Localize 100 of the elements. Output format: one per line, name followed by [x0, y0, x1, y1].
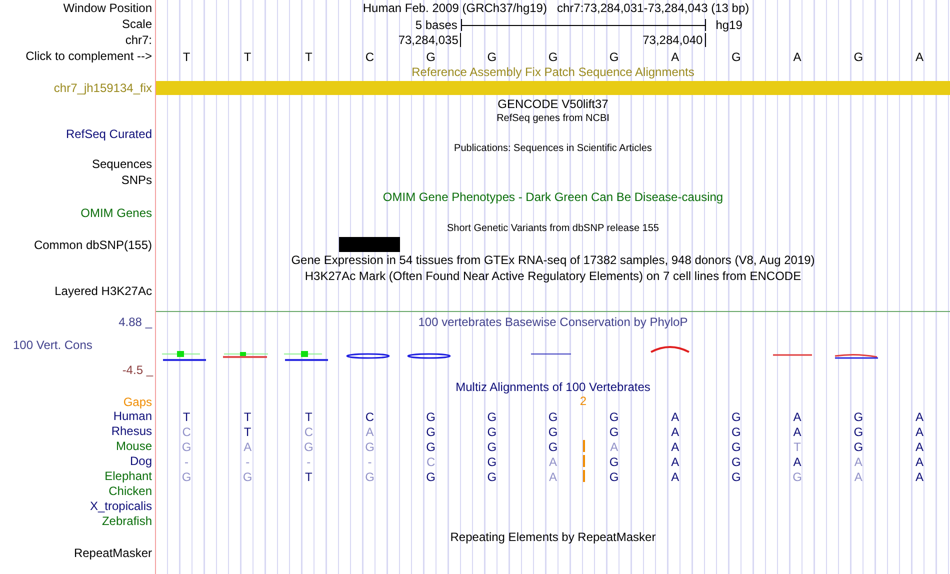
aligned-base: C: [426, 454, 436, 471]
position-range: chr7:73,284,031-73,284,043 (13 bp): [556, 0, 750, 17]
aligned-base: G: [548, 424, 558, 441]
aligned-base: T: [244, 409, 252, 426]
aligned-base: G: [609, 469, 619, 486]
aligned-base: A: [548, 454, 557, 471]
aligned-base: A: [854, 469, 862, 486]
aligned-base: A: [671, 439, 680, 456]
aligned-base: A: [671, 409, 680, 426]
aligned-base: G: [548, 409, 558, 426]
aligned-base: A: [793, 409, 802, 426]
aligned-base: G: [854, 409, 864, 426]
track-label[interactable]: Window Position: [63, 1, 152, 15]
aligned-base: -: [184, 454, 189, 471]
aligned-base: A: [671, 424, 680, 441]
track-title: Short Genetic Variants from dbSNP release 155: [447, 222, 659, 236]
track-title: RefSeq genes from NCBI: [496, 112, 610, 126]
axis-min-label: -4.5 _: [122, 363, 153, 377]
base-letter[interactable]: G: [426, 48, 436, 66]
species-label[interactable]: Dog: [130, 454, 152, 468]
base-letter[interactable]: A: [793, 48, 802, 66]
track-label[interactable]: RefSeq Curated: [66, 127, 152, 141]
species-label[interactable]: Zebrafish: [102, 514, 152, 528]
aligned-base: G: [487, 424, 497, 441]
aligned-base: G: [487, 409, 497, 426]
aligned-base: G: [182, 439, 192, 456]
base-letter[interactable]: T: [244, 48, 252, 66]
base-letter[interactable]: T: [305, 48, 312, 66]
aligned-base: G: [609, 424, 619, 441]
aligned-base: C: [304, 424, 314, 441]
aligned-base: G: [854, 424, 864, 441]
base-letter[interactable]: G: [609, 48, 619, 66]
aligned-base: G: [732, 424, 741, 441]
base-letter[interactable]: G: [732, 48, 741, 66]
aligned-base: A: [366, 424, 374, 441]
aligned-base: T: [794, 439, 801, 456]
species-label[interactable]: Human: [113, 408, 152, 422]
aligned-base: G: [365, 439, 374, 456]
track-title: Reference Assembly Fix Patch Sequence Alignments: [412, 65, 694, 79]
variant-bar[interactable]: [339, 237, 400, 252]
base-letter[interactable]: G: [487, 48, 497, 66]
track-title: GENCODE V50lift37: [498, 97, 608, 111]
aligned-base: -: [368, 454, 372, 471]
track-label[interactable]: chr7:: [125, 33, 152, 47]
aligned-base: G: [732, 439, 741, 456]
base-letter[interactable]: G: [854, 48, 864, 66]
base-letter[interactable]: A: [671, 48, 680, 66]
aligned-base: G: [365, 469, 374, 486]
alignment-bar[interactable]: [156, 81, 950, 95]
aligned-base: A: [915, 439, 924, 456]
aligned-base: G: [487, 469, 497, 486]
base-letter[interactable]: A: [915, 48, 924, 66]
aligned-base: A: [915, 454, 924, 471]
aligned-base: G: [548, 439, 558, 456]
track-label[interactable]: Scale: [122, 17, 152, 31]
track-title: Gene Expression in 54 tissues from GTEx RNA-seq of 17382 samples, 948 donors (V8, Aug 2019): [291, 253, 815, 267]
aligned-base: G: [304, 439, 314, 456]
aligned-base: G: [487, 454, 497, 471]
species-label[interactable]: X_tropicalis: [90, 498, 152, 512]
aligned-base: T: [305, 409, 312, 426]
track-title: H3K27Ac Mark (Often Found Near Active Regulatory Elements) on 7 cell lines from ENCODE: [304, 268, 802, 282]
aligned-base: T: [244, 424, 252, 441]
aligned-base: A: [793, 454, 802, 471]
track-title: Publications: Sequences in Scientific Articles: [454, 142, 652, 156]
aligned-base: T: [305, 469, 312, 486]
base-letter[interactable]: T: [182, 48, 190, 66]
aligned-base: G: [792, 469, 802, 486]
track-label[interactable]: SNPs: [121, 173, 152, 187]
aligned-base: C: [365, 409, 374, 426]
aligned-base: G: [487, 439, 497, 456]
base-letter[interactable]: G: [548, 48, 558, 66]
aligned-base: A: [244, 439, 252, 456]
species-label[interactable]: Elephant: [104, 468, 152, 482]
scale-text: 5 bases: [415, 17, 458, 34]
aligned-base: G: [182, 469, 192, 486]
track-title: 100 vertebrates Basewise Conservation by PhyloP: [418, 315, 688, 329]
track-label[interactable]: Layered H3K27Ac: [54, 284, 152, 298]
track-label[interactable]: OMIM Genes: [80, 206, 152, 220]
aligned-base: G: [242, 469, 252, 486]
species-label[interactable]: Mouse: [116, 438, 152, 452]
aligned-base: A: [915, 424, 924, 441]
track-label[interactable]: Click to complement -->: [26, 49, 152, 63]
aligned-base: A: [854, 454, 862, 471]
track-title: Repeating Elements by RepeatMasker: [450, 530, 656, 544]
aligned-base: G: [732, 409, 741, 426]
track-label[interactable]: Sequences: [92, 157, 152, 171]
track-title: OMIM Gene Phenotypes - Dark Green Can Be Disease-causing: [382, 190, 724, 204]
aligned-base: A: [671, 454, 680, 471]
assembly-name: Human Feb. 2009 (GRCh37/hg19): [362, 0, 547, 17]
aligned-base: G: [426, 424, 436, 441]
track-label[interactable]: 100 Vert. Cons: [13, 338, 92, 352]
species-label[interactable]: Chicken: [108, 484, 152, 498]
track-label[interactable]: Common dbSNP(155): [34, 238, 152, 252]
track-label[interactable]: RepeatMasker: [74, 546, 152, 560]
coordinate-label: 73,284,040: [642, 33, 706, 47]
aligned-base: -: [306, 454, 311, 471]
aligned-base: A: [915, 469, 924, 486]
aligned-base: A: [671, 469, 680, 486]
species-label[interactable]: Rhesus: [111, 424, 152, 438]
base-letter[interactable]: C: [365, 48, 374, 66]
